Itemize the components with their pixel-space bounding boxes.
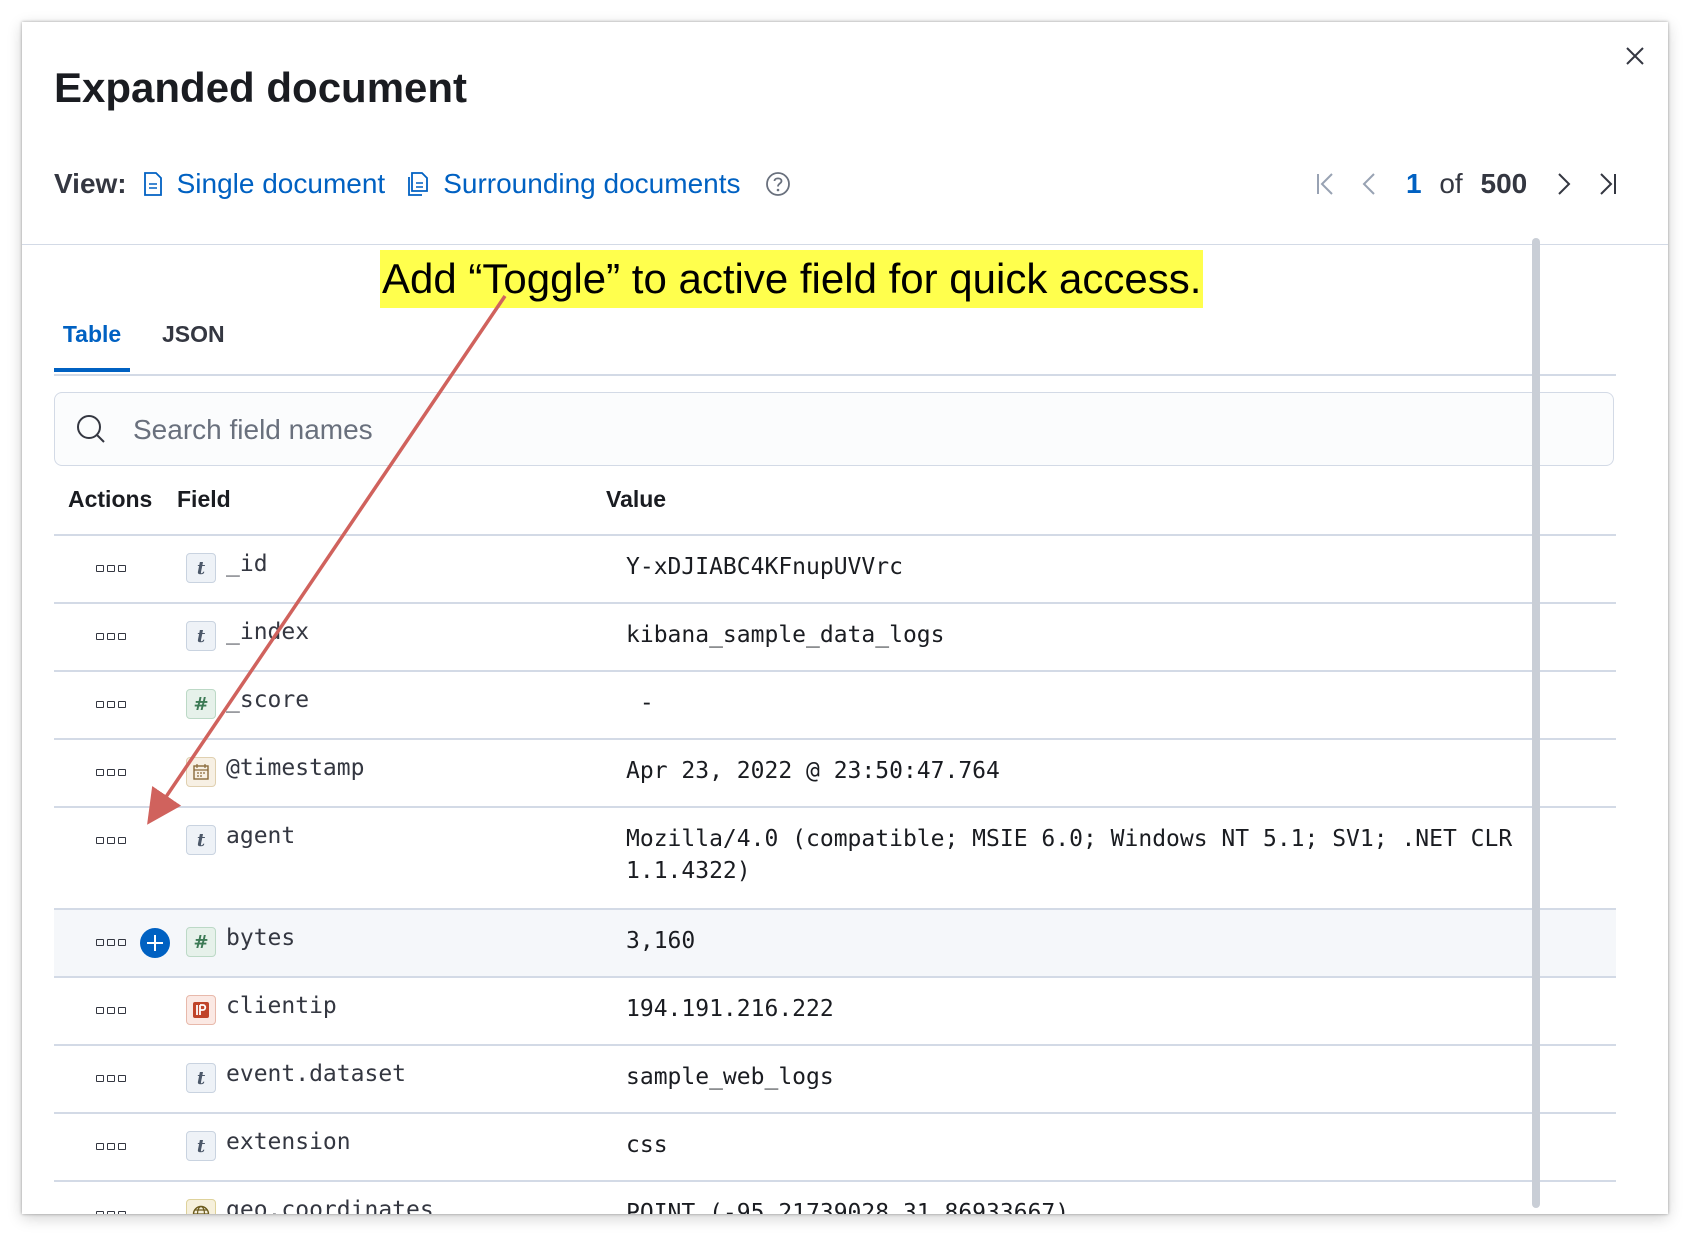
chevron-right-icon xyxy=(1558,173,1571,195)
t-icon: t xyxy=(186,621,216,651)
field-name: extension xyxy=(226,1129,351,1155)
search-input[interactable] xyxy=(131,405,1535,455)
field-value: 194.191.216.222 xyxy=(626,996,834,1022)
flyout-title: Expanded document xyxy=(54,64,468,111)
field-value: sample_web_logs xyxy=(626,1064,834,1090)
last-page-icon xyxy=(1600,173,1617,195)
view-label: View: xyxy=(54,168,127,199)
ip-icon xyxy=(186,995,216,1025)
row-actions-button[interactable] xyxy=(96,1069,130,1087)
column-header-field: Field xyxy=(177,486,231,512)
table-row: clientip 194.191.216.222 xyxy=(54,978,1616,1046)
documents-icon xyxy=(408,172,429,196)
date-icon xyxy=(186,757,216,787)
row-actions-button[interactable] xyxy=(96,695,130,713)
document-icon xyxy=(143,172,162,196)
expanded-document-flyout: Expanded document View: Single document … xyxy=(22,22,1668,1214)
toggle-column-button[interactable] xyxy=(140,928,170,958)
table-row: t _id Y-xDJIABC4KFnupUVVrc xyxy=(54,536,1616,604)
row-actions-button[interactable] xyxy=(96,933,130,951)
field-value: 3,160 xyxy=(626,928,696,954)
document-fields-table: t _id Y-xDJIABC4KFnupUVVrc t _index kibana_sa… xyxy=(54,536,1616,1214)
row-actions-button[interactable] xyxy=(96,831,130,849)
row-actions-button[interactable] xyxy=(96,1205,130,1214)
close-icon[interactable] xyxy=(1619,40,1651,72)
search-icon xyxy=(77,415,105,443)
field-name: clientip xyxy=(226,993,337,1019)
field-value: Y-xDJIABC4KFnupUVVrc xyxy=(626,554,903,580)
total-pages: 500 xyxy=(1480,168,1528,199)
field-name: _score xyxy=(226,687,310,713)
row-actions-button[interactable] xyxy=(96,559,130,577)
field-value: - xyxy=(626,690,654,716)
first-page-icon xyxy=(1317,173,1333,195)
table-row: t extension css xyxy=(54,1114,1616,1182)
document-pagination: 1 of 500 xyxy=(1304,160,1629,208)
table-row: geo.coordinates POINT (-95.21739028 31.86… xyxy=(54,1182,1616,1214)
surrounding-documents-link[interactable]: Surrounding documents xyxy=(407,168,741,200)
field-name: event.dataset xyxy=(226,1061,407,1087)
number-icon: # xyxy=(186,689,216,719)
field-name: _index xyxy=(226,619,310,645)
field-name: bytes xyxy=(226,925,296,951)
last-page-button[interactable] xyxy=(1585,162,1629,206)
single-document-link[interactable]: Single document xyxy=(143,168,386,200)
t-icon: t xyxy=(186,1063,216,1093)
column-header-value: Value xyxy=(606,486,667,512)
column-header-actions: Actions xyxy=(68,486,153,512)
t-icon: t xyxy=(186,1131,216,1161)
row-actions-button[interactable] xyxy=(96,1137,130,1155)
field-value: Apr 23, 2022 @ 23:50:47.764 xyxy=(626,758,1000,784)
surrounding-documents-label: Surrounding documents xyxy=(443,168,741,199)
field-name: @timestamp xyxy=(226,755,365,781)
table-row: t _index kibana_sample_data_logs xyxy=(54,604,1616,672)
t-icon: t xyxy=(186,825,216,855)
next-page-button[interactable] xyxy=(1541,162,1585,206)
row-actions-button[interactable] xyxy=(96,627,130,645)
page-of-label: of xyxy=(1439,168,1463,199)
table-row: # _score - xyxy=(54,672,1616,740)
current-page: 1 xyxy=(1406,168,1422,199)
field-value: POINT (-95.21739028 31.86933667) xyxy=(626,1200,1070,1214)
view-tabs: Table JSON xyxy=(54,304,1616,376)
geo-icon xyxy=(186,1199,216,1214)
field-value: css xyxy=(626,1132,668,1158)
view-selector: View: Single document Surrounding docume… xyxy=(54,164,791,204)
table-header: Actions Field Value xyxy=(54,470,1616,536)
tab-table[interactable]: Table xyxy=(54,304,130,372)
table-row: @timestamp Apr 23, 2022 @ 23:50:47.764 xyxy=(54,740,1616,808)
field-name: _id xyxy=(226,551,268,577)
row-actions-button[interactable] xyxy=(96,763,130,781)
tab-json[interactable]: JSON xyxy=(162,304,225,372)
single-document-label: Single document xyxy=(176,168,386,199)
field-value: Mozilla/4.0 (compatible; MSIE 6.0; Windo… xyxy=(626,826,1527,884)
previous-page-button[interactable] xyxy=(1348,162,1392,206)
table-row: t agent Mozilla/4.0 (compatible; MSIE 6.0;… xyxy=(54,808,1616,910)
search-field xyxy=(54,392,1614,466)
field-name: agent xyxy=(226,823,296,849)
number-icon: # xyxy=(186,927,216,957)
scrollbar[interactable] xyxy=(1532,238,1540,1208)
help-icon[interactable] xyxy=(765,171,791,197)
chevron-left-icon xyxy=(1362,173,1375,195)
t-icon: t xyxy=(186,553,216,583)
table-row: t event.dataset sample_web_logs xyxy=(54,1046,1616,1114)
first-page-button[interactable] xyxy=(1304,162,1348,206)
field-value: kibana_sample_data_logs xyxy=(626,622,945,648)
header-divider xyxy=(22,244,1668,245)
annotation-callout: Add “Toggle” to active field for quick a… xyxy=(380,250,1204,308)
field-name: geo.coordinates xyxy=(226,1197,434,1214)
table-row: # bytes 3,160 xyxy=(54,910,1616,978)
row-actions-button[interactable] xyxy=(96,1001,130,1019)
